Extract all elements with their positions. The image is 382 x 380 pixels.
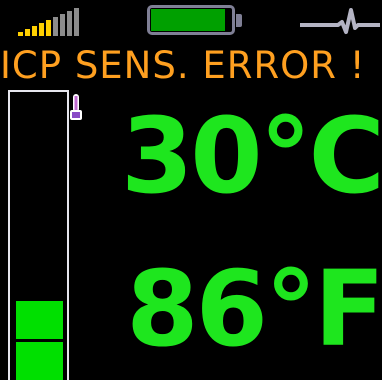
- battery-icon: [147, 5, 245, 37]
- signal-bar: [18, 32, 23, 36]
- sensor-error-alert: ICP SENS. ERROR !: [0, 44, 366, 87]
- signal-bar: [60, 14, 65, 36]
- signal-bar: [25, 29, 30, 36]
- temperature-celsius: 30°C: [120, 95, 382, 217]
- signal-bar: [53, 17, 58, 36]
- signal-bar: [39, 23, 44, 36]
- temperature-fahrenheit: 86°F: [126, 248, 382, 370]
- signal-bar: [67, 11, 72, 36]
- battery-terminal: [236, 14, 242, 27]
- gauge-segment: [16, 301, 63, 339]
- gauge-segment: [16, 342, 63, 380]
- battery-level-fill: [151, 9, 225, 31]
- signal-bar: [74, 8, 79, 36]
- level-gauge: [8, 90, 69, 380]
- signal-strength-icon: [18, 8, 88, 36]
- signal-bar: [32, 26, 37, 36]
- signal-bar: [46, 20, 51, 36]
- pulse-waveform-icon: [300, 8, 380, 34]
